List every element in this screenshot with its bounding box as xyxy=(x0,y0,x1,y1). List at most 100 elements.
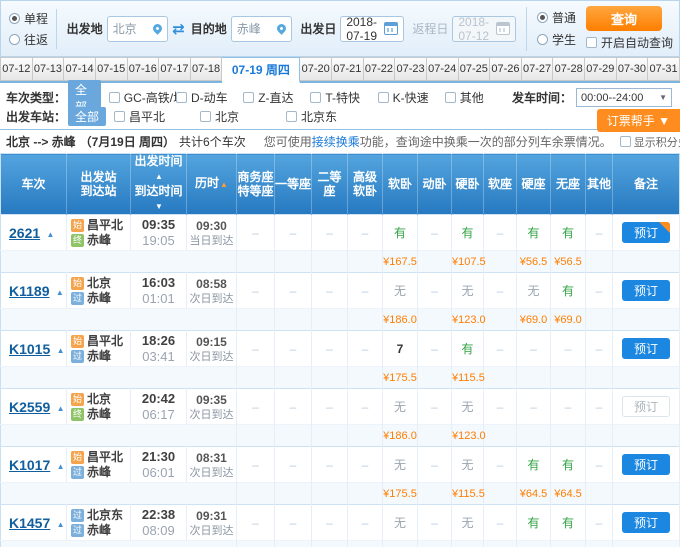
passenger-type-option[interactable]: 学生 xyxy=(537,31,576,48)
train-type-option[interactable]: 其他 xyxy=(445,89,512,106)
checkbox-icon[interactable] xyxy=(310,92,321,103)
book-button[interactable]: 预订 xyxy=(622,454,670,475)
date-tab[interactable]: 07-18 xyxy=(191,57,223,81)
swap-stations-icon[interactable]: ⇄ xyxy=(172,20,185,38)
expand-toggle-icon[interactable]: ▲ xyxy=(56,288,64,297)
trip-type-option[interactable]: 往返 xyxy=(9,31,48,48)
checkbox-icon[interactable] xyxy=(114,111,125,122)
depart-date-input[interactable]: 2018-07-19 xyxy=(340,16,404,42)
depart-station-all-button[interactable]: 全部 xyxy=(68,107,106,126)
divider xyxy=(526,7,527,51)
seat-price: ¥72.0 xyxy=(551,541,586,547)
checkbox-icon[interactable] xyxy=(243,92,254,103)
price-row-left xyxy=(1,541,237,547)
radio-icon[interactable] xyxy=(537,12,548,23)
depart-station-option[interactable]: 昌平北 xyxy=(114,108,200,125)
book-button[interactable]: 预订 xyxy=(622,512,670,533)
checkbox-icon[interactable] xyxy=(620,136,631,147)
trip-type-option[interactable]: 单程 xyxy=(9,10,48,27)
date-tab[interactable]: 07-24 xyxy=(427,57,459,81)
date-tab[interactable]: 07-13 xyxy=(33,57,65,81)
depart-date-label: 出发日 xyxy=(300,20,336,37)
calendar-icon[interactable] xyxy=(384,22,398,35)
note-cell: 预订 xyxy=(613,331,680,367)
book-button[interactable]: 预订 xyxy=(622,396,670,417)
date-tab[interactable]: 07-19 周四 xyxy=(222,57,300,83)
start-station-badge: 过 xyxy=(71,509,84,522)
book-button[interactable]: 预订 xyxy=(622,338,670,359)
train-number-link[interactable]: K1017 xyxy=(9,457,50,473)
date-tab[interactable]: 07-12 xyxy=(0,57,33,81)
date-tab[interactable]: 07-29 xyxy=(585,57,617,81)
checkbox-icon[interactable] xyxy=(586,37,597,48)
train-type-option[interactable]: T-特快 xyxy=(310,89,377,106)
train-type-option[interactable]: D-动车 xyxy=(176,89,243,106)
price-row-left xyxy=(1,483,237,505)
date-tab[interactable]: 07-21 xyxy=(332,57,364,81)
location-pin-icon[interactable] xyxy=(275,22,288,35)
sort-down-icon[interactable]: ▼ xyxy=(155,202,163,211)
from-input[interactable]: 北京 xyxy=(107,16,169,42)
train-row: 2621 ▲ 始 昌平北 终 赤峰 09:35 xyxy=(1,215,680,251)
passenger-type-option[interactable]: 普通 xyxy=(537,9,576,26)
seat-price xyxy=(275,483,312,505)
date-tab[interactable]: 07-16 xyxy=(128,57,160,81)
header-times-sort[interactable]: 出发时间▲ 到达时间▼ xyxy=(131,154,187,215)
sort-up-icon[interactable]: ▲ xyxy=(220,180,228,189)
transfer-link[interactable]: 接续换乘 xyxy=(312,135,360,149)
expand-toggle-icon[interactable]: ▲ xyxy=(57,462,65,471)
times-cell: 20:42 06:17 xyxy=(131,389,187,425)
train-number-link[interactable]: K1015 xyxy=(9,341,50,357)
to-label: 目的地 xyxy=(191,20,227,37)
checkbox-icon[interactable] xyxy=(109,92,120,103)
train-number-link[interactable]: K1457 xyxy=(9,515,50,531)
expand-toggle-icon[interactable]: ▲ xyxy=(57,346,65,355)
date-tab[interactable]: 07-15 xyxy=(96,57,128,81)
expand-toggle-icon[interactable]: ▲ xyxy=(57,520,65,529)
train-type-option-label: Z-直达 xyxy=(258,89,293,106)
radio-icon[interactable] xyxy=(9,13,20,24)
train-number-cell: K1015 ▲ xyxy=(1,331,67,367)
checkbox-icon[interactable] xyxy=(378,92,389,103)
date-tab[interactable]: 07-26 xyxy=(490,57,522,81)
checkbox-icon[interactable] xyxy=(445,92,456,103)
date-tab[interactable]: 07-28 xyxy=(553,57,585,81)
expand-toggle-icon[interactable]: ▲ xyxy=(47,230,55,239)
train-number-link[interactable]: K1189 xyxy=(9,283,49,299)
date-tab[interactable]: 07-25 xyxy=(459,57,491,81)
depart-time-select[interactable]: 00:00--24:00 ▼ xyxy=(576,88,672,107)
seat-availability: – xyxy=(275,389,312,425)
checkbox-icon[interactable] xyxy=(200,111,211,122)
train-number-link[interactable]: 2621 xyxy=(9,225,40,241)
location-pin-icon[interactable] xyxy=(151,22,164,35)
train-type-option[interactable]: Z-直达 xyxy=(243,89,310,106)
date-tab[interactable]: 07-30 xyxy=(617,57,649,81)
train-number-link[interactable]: K2559 xyxy=(9,399,50,415)
date-tab[interactable]: 07-27 xyxy=(522,57,554,81)
show-points-trains-option[interactable]: 显示积分兑换车次 xyxy=(620,134,680,150)
checkbox-icon[interactable] xyxy=(176,92,187,103)
radio-icon[interactable] xyxy=(537,34,548,45)
date-tab[interactable]: 07-22 xyxy=(364,57,396,81)
auto-query-option[interactable]: 开启自动查询 xyxy=(586,34,673,51)
query-button[interactable]: 查询 xyxy=(586,6,662,31)
checkbox-icon[interactable] xyxy=(286,111,297,122)
booking-helper-button[interactable]: 订票帮手 ▼ xyxy=(597,109,680,132)
date-tab[interactable]: 07-23 xyxy=(395,57,427,81)
expand-toggle-icon[interactable]: ▲ xyxy=(57,404,65,413)
train-type-option[interactable]: K-快速 xyxy=(378,89,445,106)
sort-up-icon[interactable]: ▲ xyxy=(155,172,163,181)
book-button[interactable]: 预订 xyxy=(622,280,670,301)
date-tab[interactable]: 07-20 xyxy=(300,57,332,81)
date-tab[interactable]: 07-14 xyxy=(64,57,96,81)
seat-price xyxy=(275,367,312,389)
train-type-option[interactable]: GC-高铁/城际 xyxy=(109,89,176,106)
depart-station-option[interactable]: 北京东 xyxy=(286,108,372,125)
seat-availability: 无 xyxy=(452,447,484,483)
depart-station-option[interactable]: 北京 xyxy=(200,108,286,125)
date-tab[interactable]: 07-17 xyxy=(159,57,191,81)
header-duration-sort[interactable]: 历时▲ xyxy=(187,154,237,215)
radio-icon[interactable] xyxy=(9,34,20,45)
date-tab[interactable]: 07-31 xyxy=(648,57,680,81)
to-input[interactable]: 赤峰 xyxy=(231,16,293,42)
